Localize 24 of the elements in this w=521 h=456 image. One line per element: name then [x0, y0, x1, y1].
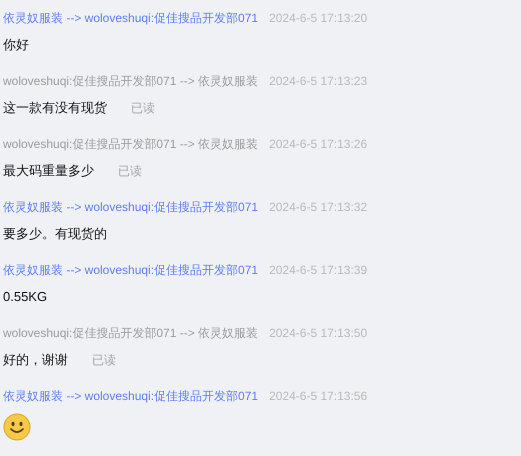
message-header: 依灵奴服装 --> woloveshuqi:促佳搜品开发部071 — [3, 262, 258, 279]
message-text: 好的，谢谢 — [3, 351, 68, 370]
message-time: 2024-6-5 17:13:39 — [269, 262, 368, 279]
read-status: 已读 — [131, 100, 155, 117]
message-text: 这一款有没有现货 — [3, 99, 107, 118]
message-text: 0.55KG — [3, 288, 48, 306]
read-status: 已读 — [92, 352, 116, 369]
message-time: 2024-6-5 17:13:20 — [269, 10, 368, 27]
message-header: woloveshuqi:促佳搜品开发部071 --> 依灵奴服装 — [3, 325, 258, 342]
message-text: 要多少。有现货的 — [3, 225, 107, 244]
message-header: 依灵奴服装 --> woloveshuqi:促佳搜品开发部071 — [3, 388, 258, 405]
message-header: 依灵奴服装 --> woloveshuqi:促佳搜品开发部071 — [3, 10, 258, 27]
message-time: 2024-6-5 17:13:56 — [269, 388, 368, 405]
message-time: 2024-6-5 17:13:26 — [269, 136, 368, 153]
message-time: 2024-6-5 17:13:50 — [269, 325, 368, 342]
smiley-emoji-icon — [3, 413, 31, 441]
message-header: woloveshuqi:促佳搜品开发部071 --> 依灵奴服装 — [3, 73, 258, 90]
message-time: 2024-6-5 17:13:23 — [269, 73, 368, 90]
message-header: woloveshuqi:促佳搜品开发部071 --> 依灵奴服装 — [3, 136, 258, 153]
read-status: 已读 — [118, 163, 142, 180]
message-time: 2024-6-5 17:13:32 — [269, 199, 368, 216]
message-text: 最大码重量多少 — [3, 162, 94, 180]
message-header: 依灵奴服装 --> woloveshuqi:促佳搜品开发部071 — [3, 199, 258, 216]
message-text: 你好 — [3, 36, 29, 54]
